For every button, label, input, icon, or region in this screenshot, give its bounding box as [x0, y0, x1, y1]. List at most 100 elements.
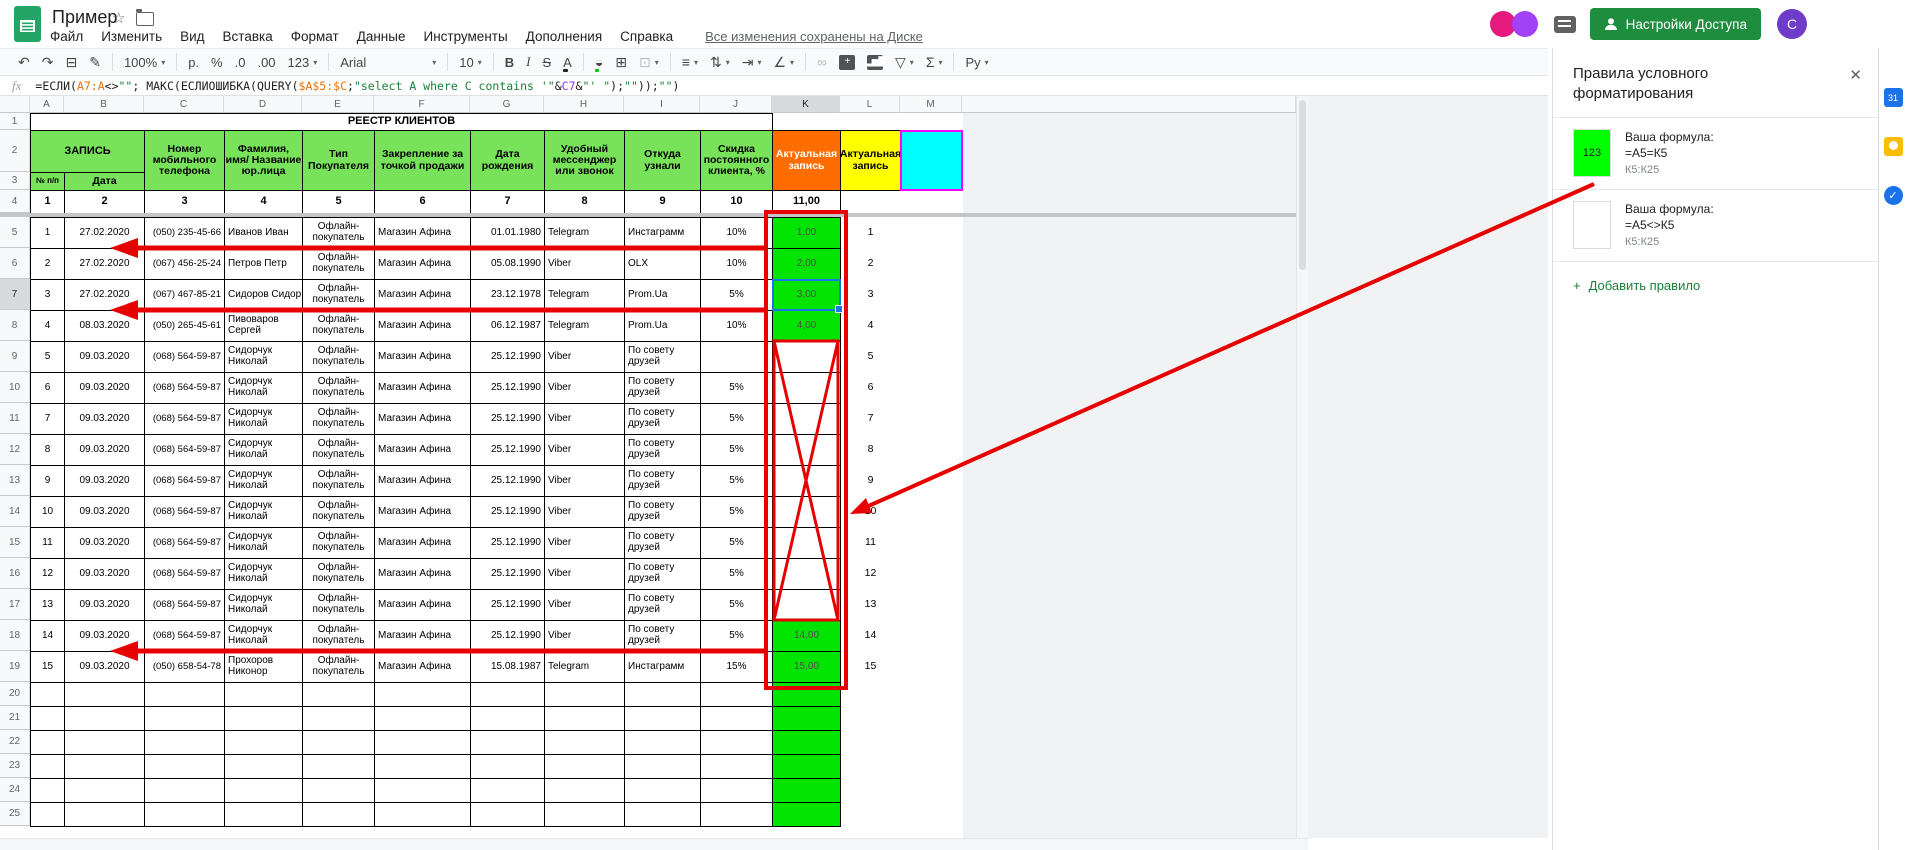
cell-G5[interactable]: 01.01.1980 [470, 217, 545, 249]
cell-B19[interactable]: 09.03.2020 [64, 651, 145, 683]
row-header-7[interactable]: 7 [0, 279, 30, 310]
cell-B15[interactable]: 09.03.2020 [64, 527, 145, 559]
cell-C21[interactable] [144, 706, 225, 731]
cell-D5[interactable]: Иванов Иван [224, 217, 303, 249]
cell-D17[interactable]: Сидорчук Николай [224, 589, 303, 621]
numbering-cell-4[interactable]: 4 [224, 190, 303, 214]
cell-E11[interactable]: Офлайн-покупатель [302, 403, 375, 435]
cell-B16[interactable]: 09.03.2020 [64, 558, 145, 590]
menu-item-7[interactable]: Инструменты [423, 29, 507, 44]
cell-A16[interactable]: 12 [30, 558, 65, 590]
cell-K25[interactable] [772, 802, 841, 827]
print-button[interactable]: ⊟ [59, 51, 83, 73]
header-cyan-m[interactable] [900, 130, 963, 191]
menu-item-6[interactable]: Данные [357, 29, 406, 44]
redo-button[interactable]: ↷ [36, 51, 60, 73]
header-actual-l[interactable]: Актуальная запись [840, 130, 901, 191]
cell-L10[interactable]: 6 [840, 372, 901, 404]
cell-D6[interactable]: Петров Петр [224, 248, 303, 280]
cell-I8[interactable]: Prom.Ua [624, 310, 701, 342]
cell-J5[interactable]: 10% [700, 217, 773, 249]
cell-F6[interactable]: Магазин Афина [374, 248, 471, 280]
cell-F18[interactable]: Магазин Афина [374, 620, 471, 652]
column-header-C[interactable]: C [144, 96, 224, 113]
cell-D21[interactable] [224, 706, 303, 731]
cell-K10[interactable] [772, 372, 841, 404]
vertical-scrollbar-thumb[interactable] [1299, 100, 1306, 270]
cell-C5[interactable]: (050) 235-45-66 [144, 217, 225, 249]
cell-G11[interactable]: 25.12.1990 [470, 403, 545, 435]
vertical-align-button[interactable]: ⇅ ▾ [704, 51, 736, 73]
cell-H22[interactable] [544, 730, 625, 755]
cell-C12[interactable]: (068) 564-59-87 [144, 434, 225, 466]
cell-J25[interactable] [700, 802, 773, 827]
move-to-folder-icon[interactable] [136, 9, 154, 26]
cell-A8[interactable]: 4 [30, 310, 65, 342]
cell-C6[interactable]: (067) 456-25-24 [144, 248, 225, 280]
cell-K5[interactable]: 1,00 [772, 217, 841, 249]
cell-I21[interactable] [624, 706, 701, 731]
cell-G13[interactable]: 25.12.1990 [470, 465, 545, 497]
cell-E19[interactable]: Офлайн-покупатель [302, 651, 375, 683]
row-header-12[interactable]: 12 [0, 434, 30, 465]
row-header-15[interactable]: 15 [0, 527, 30, 558]
share-button[interactable]: Настройки Доступа [1589, 8, 1761, 40]
numbering-cell-3[interactable]: 3 [144, 190, 225, 214]
cell-I19[interactable]: Инстаграмм [624, 651, 701, 683]
column-header-D[interactable]: D [224, 96, 302, 113]
cell-A17[interactable]: 13 [30, 589, 65, 621]
header-discount[interactable]: Скидка постоянного клиента, % [700, 130, 773, 191]
borders-button[interactable]: ⊞ [609, 51, 633, 73]
cell-A11[interactable]: 7 [30, 403, 65, 435]
vertical-scrollbar[interactable] [1296, 96, 1308, 838]
merge-cells-button[interactable]: ⊡ ▾ [633, 51, 665, 73]
cell-H8[interactable]: Telegram [544, 310, 625, 342]
cell-H5[interactable]: Telegram [544, 217, 625, 249]
cell-E7[interactable]: Офлайн-покупатель [302, 279, 375, 311]
cell-E17[interactable]: Офлайн-покупатель [302, 589, 375, 621]
menu-item-5[interactable]: Формат [291, 29, 339, 44]
cell-E12[interactable]: Офлайн-покупатель [302, 434, 375, 466]
cell-L6[interactable]: 2 [840, 248, 901, 280]
cell-E15[interactable]: Офлайн-покупатель [302, 527, 375, 559]
cell-I15[interactable]: По совету друзей [624, 527, 701, 559]
filter-button[interactable]: ▽ ▾ [889, 51, 920, 73]
cell-D20[interactable] [224, 682, 303, 707]
fill-color-button[interactable]: ◒ [589, 51, 609, 73]
row-header-22[interactable]: 22 [0, 730, 30, 754]
cell-L14[interactable]: 10 [840, 496, 901, 528]
cell-A24[interactable] [30, 778, 65, 803]
cell-H9[interactable]: Viber [544, 341, 625, 373]
cell-L12[interactable]: 8 [840, 434, 901, 466]
menu-item-3[interactable]: Вид [180, 29, 204, 44]
font-family-button[interactable]: Arial ▾ [334, 51, 442, 73]
column-header-A[interactable]: A [30, 96, 64, 113]
cell-G20[interactable] [470, 682, 545, 707]
cell-C9[interactable]: (068) 564-59-87 [144, 341, 225, 373]
row-header-1[interactable]: 1 [0, 113, 30, 130]
cell-C20[interactable] [144, 682, 225, 707]
cell-A9[interactable]: 5 [30, 341, 65, 373]
zoom-button[interactable]: 100% ▾ [118, 51, 171, 73]
cell-C14[interactable]: (068) 564-59-87 [144, 496, 225, 528]
functions-button[interactable]: Σ ▾ [920, 51, 949, 73]
cell-B25[interactable] [64, 802, 145, 827]
cell-C7[interactable]: (067) 467-85-21 [144, 279, 225, 311]
format-percent-button[interactable]: % [205, 51, 229, 73]
insert-link-button[interactable]: ∞ [811, 51, 833, 73]
cell-F22[interactable] [374, 730, 471, 755]
header-sales_point[interactable]: Закрепление за точкой продажи [374, 130, 471, 191]
cell-D10[interactable]: Сидорчук Николай [224, 372, 303, 404]
column-header-G[interactable]: G [470, 96, 544, 113]
cell-B14[interactable]: 09.03.2020 [64, 496, 145, 528]
text-wrap-button[interactable]: ⇥ ▾ [736, 51, 768, 73]
cell-B22[interactable] [64, 730, 145, 755]
cell-F17[interactable]: Магазин Афина [374, 589, 471, 621]
cf-rule-2[interactable]: Ваша формула: =А5<>К5 К5:К25 [1553, 188, 1878, 261]
cell-E8[interactable]: Офлайн-покупатель [302, 310, 375, 342]
cell-K18[interactable]: 14,00 [772, 620, 841, 652]
cell-E22[interactable] [302, 730, 375, 755]
cell-K9[interactable] [772, 341, 841, 373]
cell-H20[interactable] [544, 682, 625, 707]
column-header-M[interactable]: M [900, 96, 962, 113]
